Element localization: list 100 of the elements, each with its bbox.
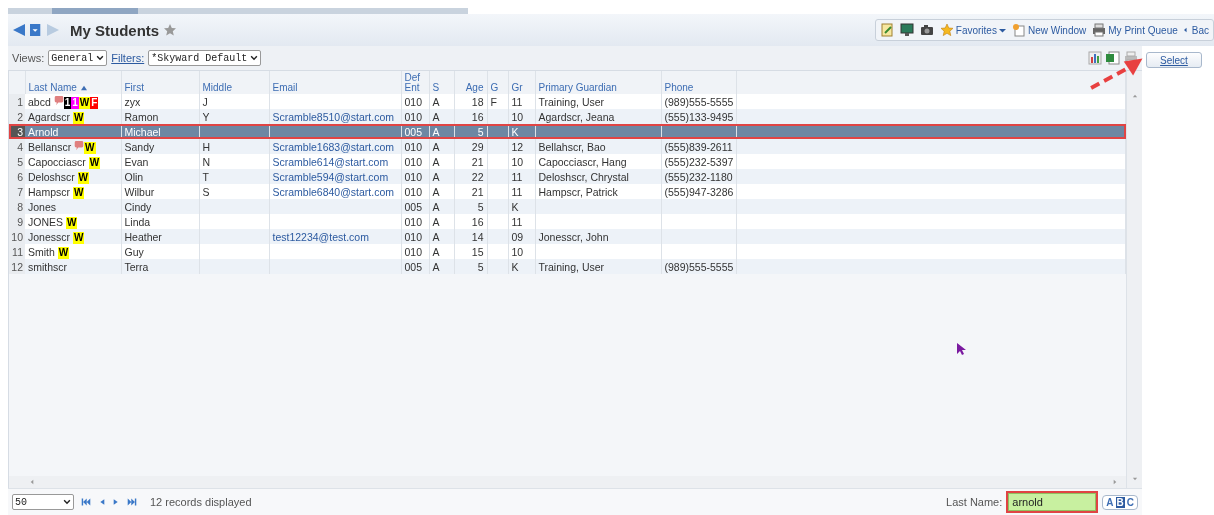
- dropdown-icon[interactable]: [30, 23, 42, 37]
- filters-dropdown[interactable]: *Skyward Default: [148, 50, 262, 66]
- last-name-input[interactable]: arnold: [1008, 493, 1097, 511]
- column-header[interactable]: G: [487, 71, 508, 94]
- column-header[interactable]: S: [429, 71, 454, 94]
- row-number: 10: [9, 229, 25, 244]
- table-row[interactable]: 7 Hampscr W Wilbur S Scramble6840@start.com 010 A 21 11 Hampscr, Patrick (555)947-3286: [9, 184, 1126, 199]
- previous-page-icon[interactable]: [98, 497, 106, 507]
- monitor-icon[interactable]: [899, 23, 914, 37]
- back-arrow-icon[interactable]: [12, 23, 26, 37]
- select-button[interactable]: Select: [1146, 52, 1202, 68]
- table-cell: Agardscr: [28, 110, 70, 123]
- camera-icon[interactable]: [919, 23, 934, 37]
- toolbar-link[interactable]: My Print Queue: [1092, 23, 1178, 37]
- speech-bubble-icon: [74, 140, 85, 151]
- table-cell: 5: [454, 259, 487, 274]
- table-row[interactable]: 4 Bellanscr W Sandy H Scramble1683@start.com 010 A 29 12 Bellahscr, Bao (555)839-2611: [9, 139, 1126, 154]
- bar-chart-icon[interactable]: [1088, 51, 1102, 65]
- scroll-up-icon: [1131, 93, 1138, 99]
- letter-button[interactable]: B: [1115, 496, 1125, 508]
- caret-icon: [63, 498, 71, 506]
- mouse-cursor-icon: [957, 343, 966, 355]
- row-number: 12: [9, 259, 25, 274]
- table-cell: Jones: [28, 200, 57, 213]
- records-count: 12 records displayed: [150, 496, 252, 508]
- toolbar-link[interactable]: Favorites: [939, 23, 1006, 37]
- column-header[interactable]: Age: [454, 71, 487, 94]
- speech-bubble-icon: [53, 95, 64, 106]
- flag-badge: W: [72, 111, 85, 124]
- star-icon[interactable]: [163, 23, 178, 37]
- letter-button[interactable]: C: [1125, 496, 1135, 508]
- table-cell: Training, User: [535, 259, 661, 274]
- row-number: 8: [9, 199, 25, 214]
- table-cell: JONES: [28, 215, 63, 228]
- table-cell: Arnold: [28, 125, 59, 138]
- star-icon: [939, 23, 954, 37]
- window-icon: [1011, 23, 1026, 37]
- table-cell: (989)555-5555: [661, 259, 736, 274]
- scroll-right-icon: [1112, 479, 1118, 485]
- filters-link[interactable]: Filters:: [111, 52, 145, 64]
- views-label: Views:: [12, 52, 45, 64]
- table-row[interactable]: 3 Arnold Michael 005 A 5 K: [9, 124, 1126, 139]
- row-number: 11: [9, 244, 25, 259]
- table-row[interactable]: 9 JONES W Linda 010 A 16 11: [9, 214, 1126, 229]
- caret-icon: [250, 54, 259, 62]
- flag-badge: W: [77, 171, 90, 184]
- table-cell: Capocciascr: [28, 155, 86, 168]
- toolbar-link[interactable]: Bac: [1183, 23, 1209, 37]
- flag-badge: W: [72, 231, 85, 244]
- scroll-down-icon: [1131, 476, 1138, 482]
- column-header[interactable]: Def Ent: [401, 71, 429, 94]
- page-size-dropdown[interactable]: 50: [12, 494, 74, 510]
- column-header[interactable]: Last Name: [25, 71, 121, 94]
- row-number: 5: [9, 154, 25, 169]
- row-number: 9: [9, 214, 25, 229]
- scroll-left-icon: [29, 479, 35, 485]
- table-cell: Hampscr: [28, 185, 70, 198]
- table-row[interactable]: 1 abcd 1 1 W F zyx J 010 A 18 F 11 Training, User (989)555-5555: [9, 94, 1126, 109]
- caret-icon: [998, 26, 1006, 34]
- column-header[interactable]: Phone: [661, 71, 736, 94]
- flag-badge: W: [88, 156, 101, 169]
- row-number: 2: [9, 109, 25, 124]
- toolbar-link[interactable]: New Window: [1011, 23, 1087, 37]
- table-cell: Smith: [28, 245, 55, 258]
- table-row[interactable]: 12 smithscr Terra 005 A 5 K Training, User (989)555-5555: [9, 259, 1126, 274]
- row-number: 1: [9, 94, 25, 109]
- column-header[interactable]: Primary Guardian: [535, 71, 661, 94]
- column-header[interactable]: Middle: [199, 71, 269, 94]
- flag-badge: W: [84, 141, 96, 154]
- table-row[interactable]: 8 Jones Cindy 005 A 5 K: [9, 199, 1126, 214]
- next-page-icon[interactable]: [112, 497, 120, 507]
- table-cell: Jonesscr: [28, 230, 70, 243]
- table-cell: A: [429, 259, 454, 274]
- table-cell: Bellanscr: [28, 140, 72, 153]
- spreadsheet-icon[interactable]: [1106, 51, 1120, 65]
- letter-button[interactable]: A: [1105, 496, 1115, 508]
- last-page-icon[interactable]: [126, 497, 138, 507]
- flag-badge: 1: [71, 96, 79, 109]
- table-row[interactable]: 11 Smith W Guy 010 A 15 10: [9, 244, 1126, 259]
- column-header[interactable]: Gr: [508, 71, 535, 94]
- flag-badge: W: [72, 186, 85, 199]
- table-cell: 005: [401, 259, 429, 274]
- notepad-icon[interactable]: [879, 23, 894, 37]
- table-row[interactable]: 6 Deloshscr W Olin T Scramble594@start.com 010 A 22 11 Deloshscr, Chrystal (555)232-1180: [9, 169, 1126, 184]
- table-row[interactable]: 5 Capocciascr W Evan N Scramble614@start.com 010 A 21 10 Capocciascr, Hang (555)232-5397: [9, 154, 1126, 169]
- table-cell: Terra: [121, 259, 199, 274]
- flag-badge: F: [90, 96, 99, 109]
- row-number: 4: [9, 139, 25, 154]
- flag-badge: W: [65, 216, 78, 229]
- row-number: 6: [9, 169, 25, 184]
- last-name-label: Last Name:: [946, 496, 1003, 508]
- column-header[interactable]: Email: [269, 71, 401, 94]
- first-page-icon[interactable]: [80, 497, 92, 507]
- views-dropdown[interactable]: General: [48, 50, 108, 66]
- column-header[interactable]: First: [121, 71, 199, 94]
- page-title: My Students: [70, 21, 160, 39]
- caret-icon: [96, 54, 105, 62]
- table-row[interactable]: 10 Jonesscr W Heather test12234@test.com 010 A 14 09 Jonesscr, John: [9, 229, 1126, 244]
- table-row[interactable]: 2 Agardscr W Ramon Y Scramble8510@start.com 010 A 16 10 Agardscr, Jeana (555)133-9495: [9, 109, 1126, 124]
- printer-icon: [1092, 23, 1107, 37]
